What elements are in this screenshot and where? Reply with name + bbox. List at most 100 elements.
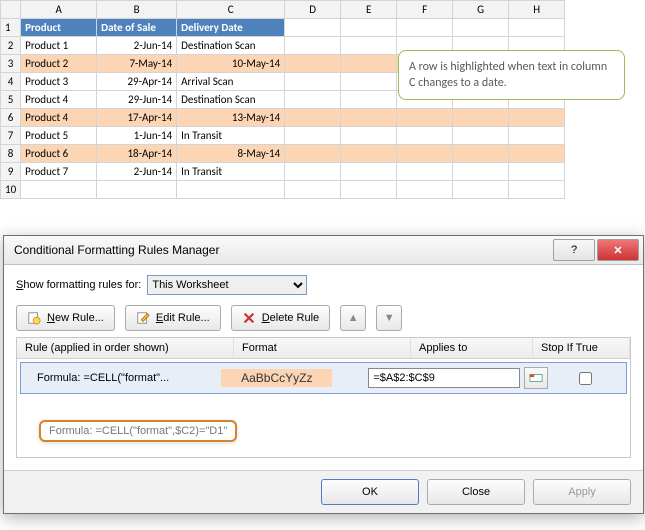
close-button[interactable]: Close	[427, 479, 525, 505]
cell[interactable]: 7-May-14	[97, 55, 177, 73]
cell[interactable]	[453, 181, 509, 199]
cell[interactable]	[341, 37, 397, 55]
cell[interactable]: Product 2	[21, 55, 97, 73]
move-up-button[interactable]: ▲	[340, 305, 366, 331]
cell[interactable]: 2-Jun-14	[97, 163, 177, 181]
scope-select[interactable]: This Worksheet	[147, 275, 307, 295]
applies-to-input[interactable]	[368, 368, 520, 388]
cell[interactable]	[285, 19, 341, 37]
cell[interactable]	[341, 55, 397, 73]
cell[interactable]: 1-Jun-14	[97, 127, 177, 145]
close-icon[interactable]: ✕	[597, 239, 639, 261]
cell[interactable]: Product 4	[21, 109, 97, 127]
row-header-10[interactable]: 10	[1, 181, 21, 199]
cell[interactable]	[453, 19, 509, 37]
col-header-B[interactable]: B	[97, 1, 177, 19]
range-picker-button[interactable]	[524, 367, 548, 389]
cell[interactable]	[341, 91, 397, 109]
cell[interactable]: Delivery Date	[177, 19, 285, 37]
cell[interactable]	[341, 109, 397, 127]
rule-row[interactable]: Formula: =CELL("format"... AaBbCcYyZz	[20, 362, 627, 394]
col-header-A[interactable]: A	[21, 1, 97, 19]
stop-if-true-checkbox[interactable]	[579, 372, 592, 385]
cell[interactable]	[341, 127, 397, 145]
cell[interactable]	[177, 181, 285, 199]
cell[interactable]	[509, 163, 565, 181]
cell[interactable]: Product 7	[21, 163, 97, 181]
row-header[interactable]: 4	[1, 73, 21, 91]
cell[interactable]	[341, 163, 397, 181]
col-header-H[interactable]: H	[509, 1, 565, 19]
cell[interactable]	[97, 181, 177, 199]
col-header-F[interactable]: F	[397, 1, 453, 19]
cell[interactable]: Product 3	[21, 73, 97, 91]
cell[interactable]: Product	[21, 19, 97, 37]
move-down-button[interactable]: ▼	[376, 305, 402, 331]
cell[interactable]	[453, 109, 509, 127]
cell[interactable]: Date of Sale	[97, 19, 177, 37]
cell[interactable]	[509, 181, 565, 199]
cell[interactable]	[397, 127, 453, 145]
col-header-G[interactable]: G	[453, 1, 509, 19]
cell[interactable]	[453, 127, 509, 145]
row-header[interactable]: 7	[1, 127, 21, 145]
cell[interactable]: In Transit	[177, 127, 285, 145]
cell[interactable]	[285, 127, 341, 145]
row-header[interactable]: 9	[1, 163, 21, 181]
cell[interactable]	[509, 127, 565, 145]
cell[interactable]: In Transit	[177, 163, 285, 181]
cell[interactable]: Product 1	[21, 37, 97, 55]
cell[interactable]	[341, 145, 397, 163]
cell[interactable]	[397, 145, 453, 163]
cell[interactable]: Destination Scan	[177, 37, 285, 55]
cell[interactable]: 29-Jun-14	[97, 91, 177, 109]
delete-rule-button[interactable]: Delete Rule	[231, 305, 331, 331]
col-header-D[interactable]: D	[285, 1, 341, 19]
col-header-C[interactable]: C	[177, 1, 285, 19]
cell[interactable]: Product 6	[21, 145, 97, 163]
cell[interactable]	[509, 19, 565, 37]
dialog-titlebar[interactable]: Conditional Formatting Rules Manager ? ✕	[4, 236, 643, 265]
cell[interactable]: 18-Apr-14	[97, 145, 177, 163]
cell[interactable]	[341, 19, 397, 37]
cell[interactable]: 13-May-14	[177, 109, 285, 127]
cell[interactable]: 29-Apr-14	[97, 73, 177, 91]
cell[interactable]: 2-Jun-14	[97, 37, 177, 55]
col-header-E[interactable]: E	[341, 1, 397, 19]
edit-rule-button[interactable]: Edit Rule...	[125, 305, 221, 331]
cell[interactable]	[397, 163, 453, 181]
row-header[interactable]: 6	[1, 109, 21, 127]
cell[interactable]	[509, 109, 565, 127]
cell[interactable]	[453, 163, 509, 181]
row-header[interactable]: 3	[1, 55, 21, 73]
cell[interactable]	[341, 181, 397, 199]
ok-button[interactable]: OK	[321, 479, 419, 505]
cell[interactable]	[285, 109, 341, 127]
cell[interactable]	[285, 181, 341, 199]
cell[interactable]: 17-Apr-14	[97, 109, 177, 127]
select-all-cell[interactable]	[1, 1, 21, 19]
cell[interactable]: Destination Scan	[177, 91, 285, 109]
new-rule-button[interactable]: New Rule...	[16, 305, 115, 331]
cell[interactable]	[453, 145, 509, 163]
cell[interactable]	[397, 19, 453, 37]
row-header-1[interactable]: 1	[1, 19, 21, 37]
row-header[interactable]: 8	[1, 145, 21, 163]
cell[interactable]: 10-May-14	[177, 55, 285, 73]
cell[interactable]	[285, 55, 341, 73]
cell[interactable]: Product 4	[21, 91, 97, 109]
cell[interactable]	[21, 181, 97, 199]
cell[interactable]	[397, 181, 453, 199]
cell[interactable]	[285, 37, 341, 55]
cell[interactable]	[285, 145, 341, 163]
cell[interactable]	[341, 73, 397, 91]
cell[interactable]: Product 5	[21, 127, 97, 145]
row-header[interactable]: 5	[1, 91, 21, 109]
cell[interactable]	[397, 109, 453, 127]
help-button[interactable]: ?	[553, 239, 595, 261]
cell[interactable]	[285, 163, 341, 181]
cell[interactable]	[285, 73, 341, 91]
cell[interactable]: 8-May-14	[177, 145, 285, 163]
cell[interactable]	[285, 91, 341, 109]
cell[interactable]: Arrival Scan	[177, 73, 285, 91]
